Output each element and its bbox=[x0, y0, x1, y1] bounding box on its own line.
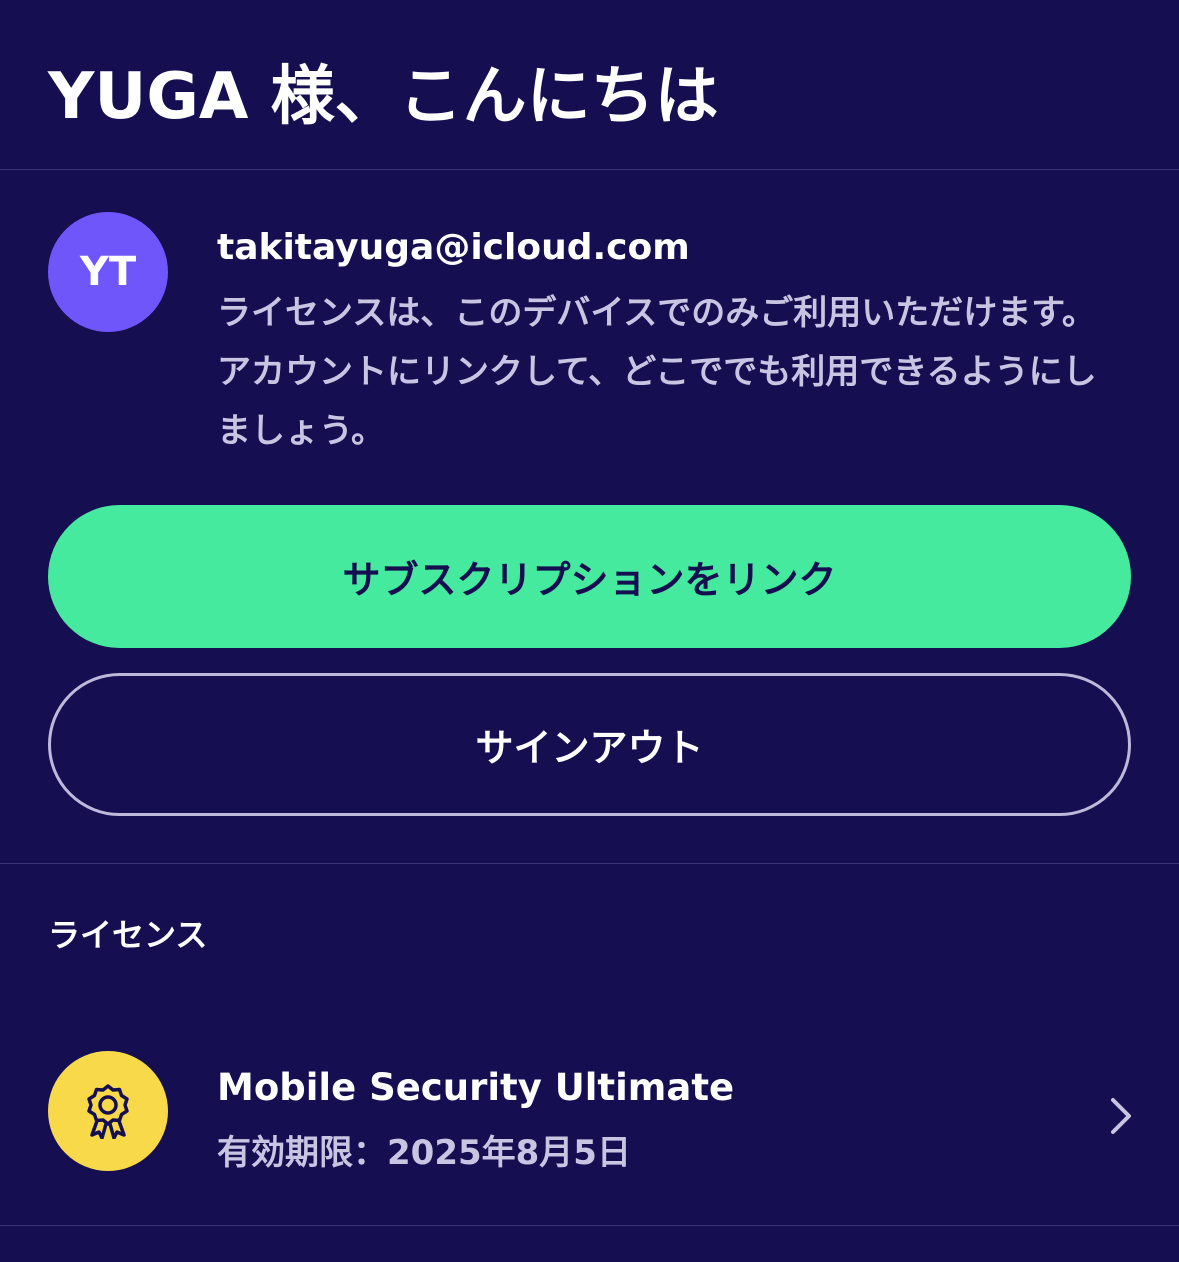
award-ribbon-icon bbox=[87, 1084, 129, 1139]
header: YUGA 様、こんにちは bbox=[0, 0, 1179, 170]
badge bbox=[48, 1051, 168, 1171]
avatar-initials: YT bbox=[79, 249, 137, 295]
license-item[interactable]: Mobile Security Ultimate 有効期限：2025年8月5日 bbox=[0, 1020, 1179, 1226]
avatar: YT bbox=[48, 212, 168, 332]
link-subscription-button[interactable]: サブスクリプションをリンク bbox=[48, 505, 1131, 648]
licenses-section-title: ライセンス bbox=[48, 916, 208, 954]
license-product-name: Mobile Security Ultimate bbox=[217, 1066, 735, 1109]
sign-out-button[interactable]: サインアウト bbox=[48, 673, 1131, 816]
license-message: ライセンスは、このデバイスでのみご利用いただけます。アカウントにリンクして、どこ… bbox=[217, 293, 1097, 451]
greeting-title: YUGA 様、こんにちは bbox=[48, 60, 719, 134]
account-email: takitayuga@icloud.com bbox=[217, 227, 690, 268]
account-section: YT takitayuga@icloud.com ライセンスは、このデバイスでの… bbox=[0, 171, 1179, 864]
chevron-right-icon bbox=[1111, 1098, 1131, 1134]
license-expiry: 有効期限：2025年8月5日 bbox=[217, 1133, 631, 1173]
